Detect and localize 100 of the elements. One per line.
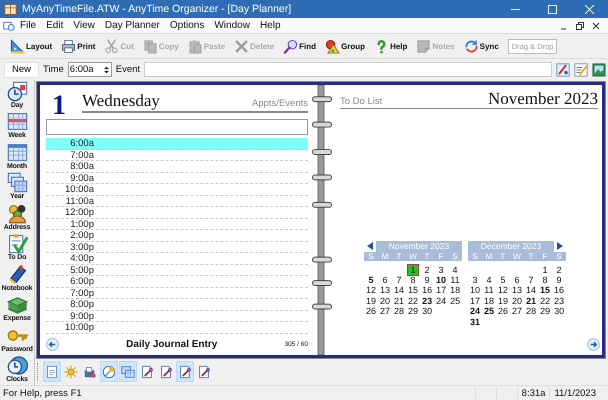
event-input[interactable] (144, 62, 552, 77)
maximize-icon[interactable] (548, 4, 557, 14)
previous-month-icon[interactable] (367, 242, 373, 250)
calendar-day[interactable]: 22 (538, 296, 552, 306)
calendar-day[interactable]: 12 (364, 285, 378, 296)
toolbar-button[interactable]: Find (281, 36, 318, 56)
calendar-day[interactable]: 12 (496, 285, 510, 296)
time-slot[interactable]: 1:00p (46, 218, 308, 230)
toolbar-button[interactable]: Group (323, 36, 368, 56)
menu-item[interactable]: Day Planner (104, 20, 160, 31)
calendar-day[interactable]: 22 (406, 296, 420, 306)
calendar-day[interactable]: 30 (552, 306, 566, 317)
time-slot[interactable]: 7:00a (46, 150, 308, 161)
calendar-day[interactable]: 11 (448, 274, 462, 286)
toolbar-button[interactable] (119, 361, 137, 382)
menu-item[interactable]: Options (170, 20, 204, 31)
calendar-day[interactable]: 7 (526, 274, 536, 286)
tool-icon[interactable] (592, 62, 606, 76)
calendar-day[interactable]: 17 (434, 285, 448, 296)
calendar-day[interactable]: 26 (496, 306, 510, 317)
calendar-day[interactable]: 8 (408, 274, 418, 286)
calendar-day[interactable]: 1 (408, 264, 418, 275)
calendar-day[interactable]: 17 (468, 296, 482, 306)
toolbar-button[interactable]: Print (59, 36, 98, 56)
calendar-day[interactable]: 10 (434, 274, 448, 286)
calendar-day[interactable]: 4 (484, 274, 494, 286)
calendar-day[interactable]: 11 (482, 285, 496, 296)
time-slot[interactable]: 8:00p (46, 299, 308, 310)
calendar-day[interactable]: 20 (510, 296, 524, 306)
calendar-day[interactable]: 29 (406, 306, 420, 317)
calendar-day[interactable]: 19 (364, 296, 378, 306)
calendar-day[interactable]: 5 (366, 274, 376, 286)
calendar-day[interactable]: 20 (378, 296, 392, 306)
calendar-day[interactable]: 16 (552, 285, 566, 296)
calendar-day[interactable]: 25 (482, 306, 496, 317)
all-day-field[interactable] (46, 119, 308, 135)
toolbar-button[interactable] (100, 361, 118, 382)
menu-item[interactable]: View (73, 20, 95, 31)
time-slot[interactable]: 9:00p (46, 310, 308, 322)
toolbar-button[interactable]: Layout (8, 36, 54, 56)
calendar-day[interactable]: 8 (540, 274, 550, 286)
calendar-day[interactable]: 19 (496, 296, 510, 306)
back-arrow-icon[interactable] (46, 338, 59, 350)
calendar-day[interactable]: 4 (450, 264, 460, 275)
new-button[interactable]: New (4, 62, 40, 78)
time-slot[interactable]: 9:00a (46, 172, 308, 184)
time-slot[interactable]: 6:00a (46, 138, 308, 150)
time-slot[interactable]: 3:00p (46, 242, 308, 253)
menu-item[interactable]: File (20, 20, 36, 31)
menu-item[interactable]: Help (260, 20, 281, 31)
calendar-day[interactable]: 3 (436, 264, 446, 275)
time-slot[interactable]: 5:00p (46, 264, 308, 276)
calendar-day[interactable]: 18 (448, 285, 462, 296)
calendar-day[interactable]: 21 (524, 296, 538, 306)
toolbar-button[interactable] (176, 361, 194, 382)
time-slot[interactable]: 10:00p (46, 322, 308, 334)
next-month-icon[interactable] (557, 242, 563, 250)
calendar-day[interactable]: 15 (538, 285, 552, 296)
toolbar-button[interactable]: Sync (462, 36, 501, 56)
forward-arrow-icon[interactable] (587, 338, 600, 350)
calendar-day[interactable]: 25 (448, 296, 462, 306)
calendar-day[interactable]: 23 (552, 296, 566, 306)
time-slot[interactable]: 2:00p (46, 230, 308, 242)
app-menu-icon[interactable] (3, 20, 15, 32)
calendar-day[interactable]: 2 (554, 264, 564, 275)
calendar-day[interactable]: 6 (380, 274, 390, 286)
calendar-day[interactable]: 28 (524, 306, 538, 317)
calendar-day[interactable]: 9 (422, 274, 432, 286)
calendar-day[interactable]: 26 (364, 306, 378, 317)
toolbar-button[interactable] (43, 361, 61, 382)
menu-item[interactable]: Edit (46, 20, 64, 31)
calendar-day[interactable]: 14 (524, 285, 538, 296)
calendar-day[interactable]: 27 (510, 306, 524, 317)
calendar-day[interactable]: 2 (422, 264, 432, 275)
calendar-day[interactable]: 10 (468, 285, 482, 296)
calendar-day[interactable]: 24 (468, 306, 482, 317)
time-spinner[interactable]: 6:00a (68, 62, 112, 77)
calendar-day[interactable]: 23 (420, 296, 434, 306)
time-slot[interactable]: 10:00a (46, 184, 308, 196)
toolbar-button[interactable]: Help (372, 36, 410, 56)
close-icon[interactable] (592, 22, 600, 30)
calendar-day[interactable]: 14 (392, 285, 406, 296)
calendar-day[interactable]: 18 (482, 296, 496, 306)
menu-item[interactable]: Window (214, 20, 250, 31)
calendar-day[interactable]: 1 (540, 264, 550, 275)
calendar-day[interactable]: 13 (378, 285, 392, 296)
calendar-day[interactable]: 28 (392, 306, 406, 317)
calendar-day[interactable]: 16 (420, 285, 434, 296)
tool-icon[interactable] (556, 62, 570, 76)
time-slot[interactable]: 11:00a (46, 196, 308, 207)
time-slot[interactable]: 8:00a (46, 161, 308, 172)
calendar-day[interactable]: 13 (510, 285, 524, 296)
calendar-day[interactable]: 7 (394, 274, 404, 286)
time-slot[interactable]: 12:00p (46, 207, 308, 218)
calendar-day[interactable]: 5 (498, 274, 508, 286)
restore-icon[interactable] (576, 22, 584, 30)
time-slot[interactable]: 4:00p (46, 253, 308, 264)
calendar-day[interactable]: 31 (468, 316, 482, 327)
time-slot[interactable]: 7:00p (46, 288, 308, 299)
calendar-day[interactable]: 24 (434, 296, 448, 306)
